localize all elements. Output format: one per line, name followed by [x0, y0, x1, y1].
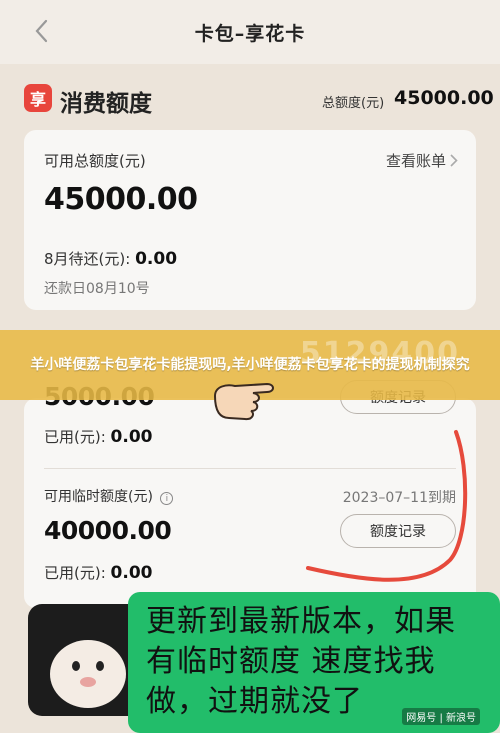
- divider: [44, 468, 456, 469]
- chevron-right-icon: [450, 154, 458, 167]
- total-limit-value: 45000.00: [394, 87, 494, 109]
- available-limit-label: 可用总额度(元): [44, 152, 146, 170]
- caption-line-1: 更新到最新版本，如果: [146, 604, 456, 639]
- due-amount-label: 8月待还(元):: [44, 250, 131, 268]
- temp-limit-expiry: 2023–07–11到期: [342, 490, 456, 506]
- brand-logo-icon: 享: [24, 84, 52, 112]
- available-limit-card: 可用总额度(元) 查看账单 45000.00 8月待还(元): 0.00 还款日…: [24, 130, 476, 310]
- temp-limit-label-row: 可用临时额度(元) i: [44, 486, 174, 506]
- view-bill-link[interactable]: 查看账单: [386, 150, 458, 171]
- top-nav-bar: 卡包–享花卡: [0, 0, 500, 64]
- info-icon[interactable]: i: [160, 492, 174, 505]
- back-button[interactable]: [30, 16, 52, 46]
- temp-used-label: 已用(元):: [44, 564, 106, 582]
- page-title: 卡包–享花卡: [194, 22, 306, 45]
- temp-limit-label: 可用临时额度(元): [44, 489, 153, 505]
- available-limit-value: 45000.00: [44, 182, 198, 217]
- caption-overlay: 更新到最新版本，如果 有临时额度 速度找我 做，过期就没了 网易号 | 新浪号: [128, 592, 500, 733]
- caption-line-2: 有临时额度 速度找我: [146, 644, 436, 679]
- caption-text: 更新到最新版本，如果 有临时额度 速度找我 做，过期就没了: [146, 602, 456, 722]
- credit-summary-header: 享 消费额度 总额度(元) 45000.00: [24, 82, 494, 118]
- used-amount-value: 0.00: [110, 427, 153, 447]
- limit-detail-card: 5000.00 额度记录 已用(元): 0.00 可用临时额度(元) i 202…: [24, 380, 476, 608]
- repayment-date: 还款日08月10号: [44, 281, 150, 297]
- temp-used-amount-row: 已用(元): 0.00: [44, 562, 153, 583]
- total-limit-label: 总额度(元): [322, 96, 385, 111]
- temp-limit-value: 40000.00: [44, 516, 172, 545]
- used-amount-label: 已用(元):: [44, 428, 106, 446]
- source-watermark: 网易号 | 新浪号: [402, 708, 480, 725]
- due-amount-value: 0.00: [135, 249, 178, 269]
- section-title: 消费额度: [60, 91, 152, 117]
- view-bill-label: 查看账单: [385, 152, 446, 170]
- temp-used-value: 0.00: [110, 563, 153, 583]
- temp-limit-record-button[interactable]: 额度记录: [340, 514, 456, 548]
- faded-number: 5129400: [299, 336, 460, 371]
- due-amount-row: 8月待还(元): 0.00: [44, 248, 177, 269]
- used-amount-row: 已用(元): 0.00: [44, 426, 153, 447]
- pointing-hand-icon: [213, 382, 274, 421]
- chevron-left-icon: [35, 19, 48, 43]
